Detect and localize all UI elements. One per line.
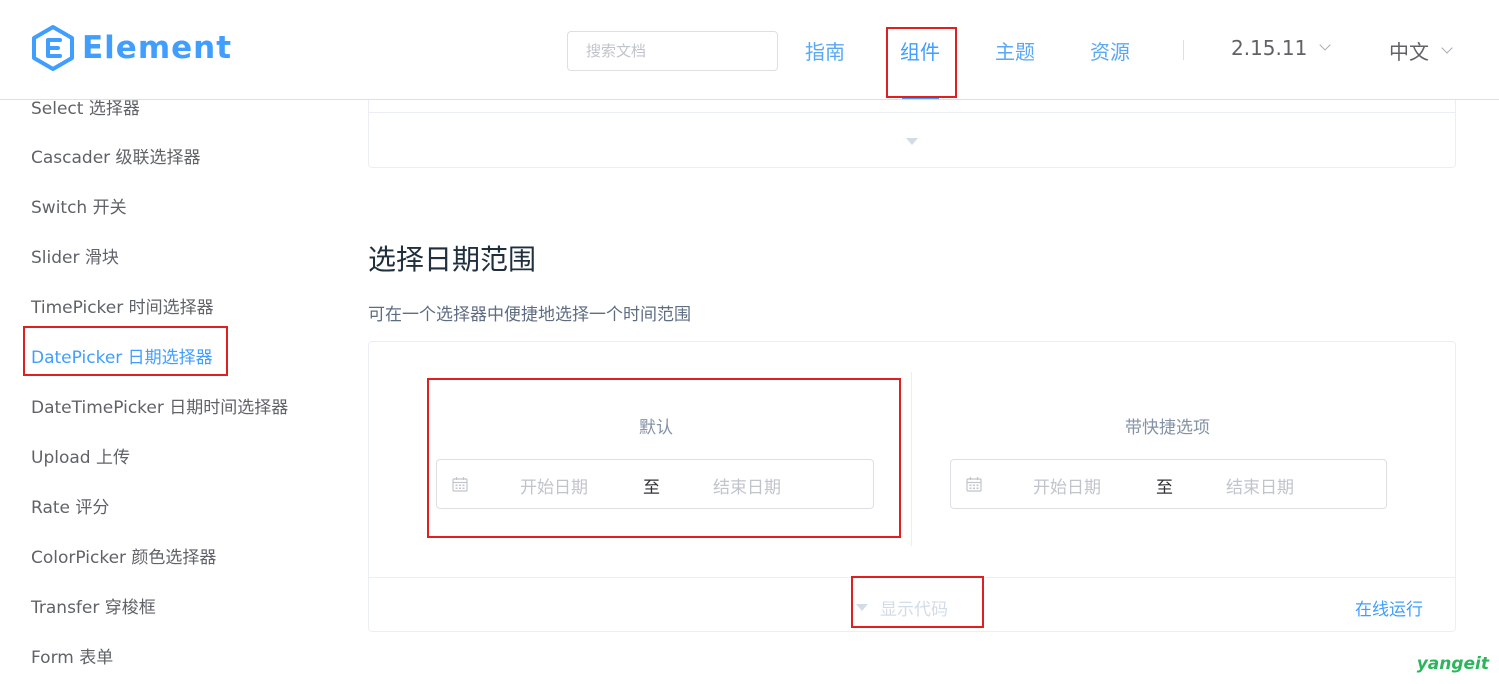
logo-text: Element xyxy=(82,30,233,66)
sidebar-item-rate[interactable]: Rate 评分 xyxy=(31,493,109,518)
search-input[interactable] xyxy=(567,31,778,71)
show-code-label: 显示代码 xyxy=(880,600,948,620)
run-online-link[interactable]: 在线运行 xyxy=(1355,595,1423,620)
sidebar-item-datetimepicker[interactable]: DateTimePicker 日期时间选择器 xyxy=(31,393,288,418)
demo-divider xyxy=(369,112,1455,113)
demo-label-shortcuts: 带快捷选项 xyxy=(1125,418,1210,438)
nav-guide[interactable]: 指南 xyxy=(805,36,845,65)
show-code-toggle[interactable]: 显示代码 xyxy=(856,595,948,620)
nav-active-indicator xyxy=(902,96,939,99)
end-date-placeholder[interactable]: 结束日期 xyxy=(1226,473,1294,498)
element-logo[interactable]: Element xyxy=(30,24,232,72)
sidebar-item-timepicker[interactable]: TimePicker 时间选择器 xyxy=(31,293,214,318)
end-date-placeholder[interactable]: 结束日期 xyxy=(713,473,781,498)
date-range-demo: 默认 开始日期 至 结束日期 带快捷选项 开始日期 至 结束日期 显示代码 在线… xyxy=(368,341,1456,632)
language-dropdown[interactable]: 中文 xyxy=(1389,36,1453,65)
calendar-icon xyxy=(452,477,468,492)
chevron-down-icon xyxy=(1319,39,1332,51)
chevron-down-icon xyxy=(1441,41,1453,54)
calendar-icon xyxy=(966,477,982,492)
nav-theme[interactable]: 主题 xyxy=(995,36,1035,65)
range-separator: 至 xyxy=(643,478,660,498)
version-label: 2.15.11 xyxy=(1231,36,1308,60)
nav-divider xyxy=(1183,40,1184,60)
element-hexagon-icon xyxy=(32,25,74,71)
demo-footer: 显示代码 在线运行 xyxy=(369,577,1455,632)
date-range-picker-default[interactable]: 开始日期 至 结束日期 xyxy=(436,459,874,509)
sidebar-item-colorpicker[interactable]: ColorPicker 颜色选择器 xyxy=(31,543,216,568)
sidebar-item-cascader[interactable]: Cascader 级联选择器 xyxy=(31,143,201,168)
caret-down-icon[interactable] xyxy=(906,138,918,145)
start-date-placeholder[interactable]: 开始日期 xyxy=(1033,473,1101,498)
version-dropdown[interactable]: 2.15.11 xyxy=(1231,36,1332,60)
sidebar-item-form[interactable]: Form 表单 xyxy=(31,643,113,668)
sidebar-item-switch[interactable]: Switch 开关 xyxy=(31,193,127,218)
watermark: yangeit xyxy=(1416,654,1489,674)
top-header: Element 指南 组件 主题 资源 2.15.11 中文 xyxy=(0,0,1499,100)
caret-down-icon xyxy=(856,604,868,611)
start-date-placeholder[interactable]: 开始日期 xyxy=(520,473,588,498)
previous-demo-block xyxy=(368,100,1456,168)
nav-resource[interactable]: 资源 xyxy=(1090,36,1130,65)
range-separator: 至 xyxy=(1156,478,1173,498)
column-divider xyxy=(911,372,912,546)
sidebar-item-slider[interactable]: Slider 滑块 xyxy=(31,243,119,268)
demo-label-default: 默认 xyxy=(639,418,673,438)
section-description: 可在一个选择器中便捷地选择一个时间范围 xyxy=(368,305,691,325)
nav-component[interactable]: 组件 xyxy=(900,36,940,65)
date-range-picker-shortcuts[interactable]: 开始日期 至 结束日期 xyxy=(950,459,1387,509)
language-label: 中文 xyxy=(1389,40,1429,64)
sidebar-item-upload[interactable]: Upload 上传 xyxy=(31,443,130,468)
sidebar-item-transfer[interactable]: Transfer 穿梭框 xyxy=(31,593,156,618)
section-title: 选择日期范围 xyxy=(368,243,537,276)
sidebar-item-datepicker[interactable]: DatePicker 日期选择器 xyxy=(31,343,213,368)
